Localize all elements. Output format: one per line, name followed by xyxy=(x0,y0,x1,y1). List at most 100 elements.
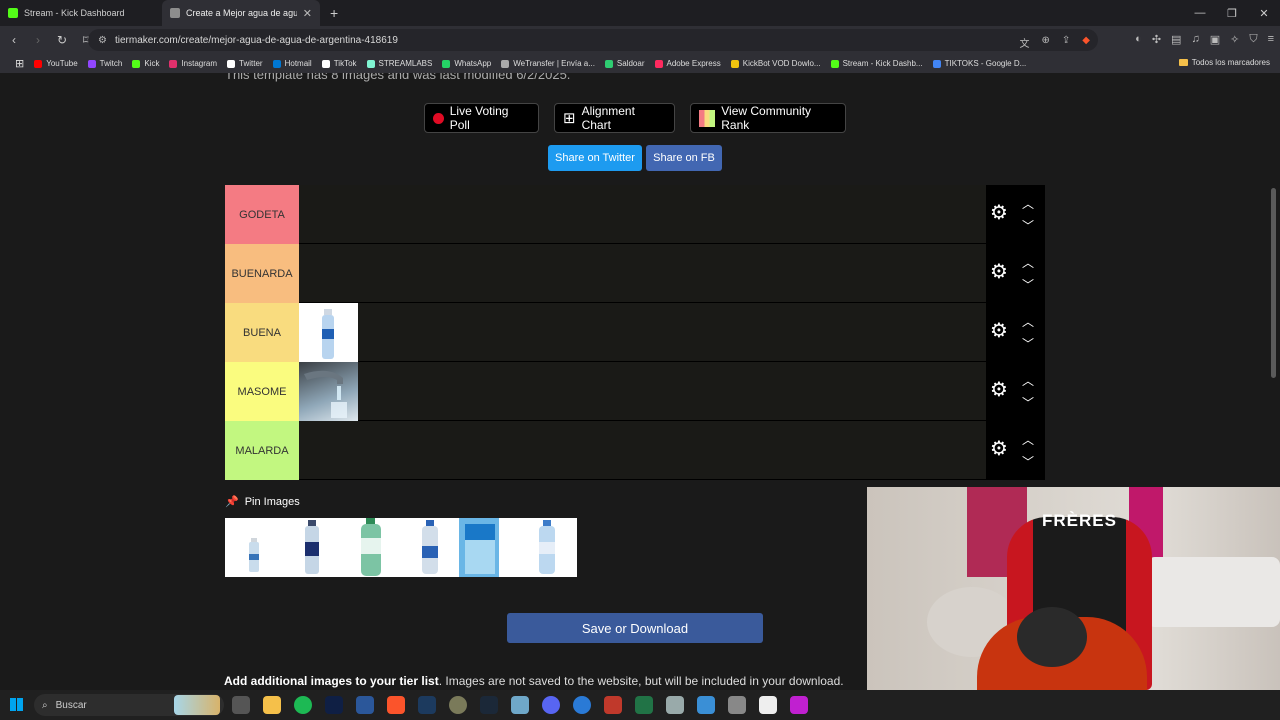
app-icon[interactable] xyxy=(790,696,808,714)
close-window-icon[interactable]: ✕ xyxy=(1248,0,1280,26)
puzzle-icon[interactable]: ✣ xyxy=(1152,33,1161,46)
chevron-down-icon[interactable]: ﹀ xyxy=(1022,335,1034,352)
vegas-icon[interactable] xyxy=(418,696,436,714)
app-icon[interactable] xyxy=(666,696,684,714)
pool-image-bottle-4[interactable] xyxy=(401,518,460,577)
tier-label[interactable]: BUENARDA xyxy=(225,244,299,303)
bookmark-youtube[interactable]: YouTube xyxy=(29,59,82,68)
gear-icon[interactable]: ⚙ xyxy=(990,380,1008,400)
apps-icon[interactable]: ⊞ xyxy=(10,57,29,70)
tab-kick-dashboard[interactable]: Stream - Kick Dashboard xyxy=(0,0,162,26)
app-icon[interactable] xyxy=(511,696,529,714)
bookmark-hotmail[interactable]: Hotmail xyxy=(268,59,317,68)
stream-app-icon[interactable] xyxy=(604,696,622,714)
share-icon[interactable]: ⇪ xyxy=(1062,35,1070,50)
chevron-up-icon[interactable]: ︿ xyxy=(1022,195,1034,212)
wallet-icon[interactable]: ▣ xyxy=(1210,33,1220,46)
tier-row-buenarda[interactable]: BUENARDA ⚙ ︿ ﹀ xyxy=(225,244,1045,303)
alignment-chart-button[interactable]: ⊞ Alignment Chart xyxy=(554,103,675,133)
forward-icon[interactable]: › xyxy=(28,33,48,47)
chevron-down-icon[interactable]: ﹀ xyxy=(1022,217,1034,234)
pool-image-bottle-sierra[interactable] xyxy=(459,518,518,577)
taskbar-search[interactable]: ⌕ Buscar xyxy=(34,694,224,716)
file-explorer-icon[interactable] xyxy=(263,696,281,714)
all-bookmarks[interactable]: Todos los marcadores xyxy=(1178,58,1270,67)
windows-start-icon[interactable] xyxy=(10,698,23,711)
tier-label[interactable]: MALARDA xyxy=(225,421,299,480)
minimize-icon[interactable]: — xyxy=(1184,0,1216,26)
address-bar[interactable]: ⚙ tiermaker.com/create/mejor-agua-de-agu… xyxy=(88,29,1098,51)
chevron-down-icon[interactable]: ﹀ xyxy=(1022,394,1034,411)
bookmark-tiktoks-drive[interactable]: TIKTOKS - Google D... xyxy=(928,59,1032,68)
water-bottle-image[interactable] xyxy=(299,303,358,362)
chevron-up-icon[interactable]: ︿ xyxy=(1022,372,1034,389)
bookmark-wetransfer[interactable]: WeTransfer | Envía a... xyxy=(496,59,600,68)
excel-icon[interactable] xyxy=(635,696,653,714)
restore-icon[interactable]: ❐ xyxy=(1216,0,1248,26)
share-twitter-button[interactable]: Share on Twitter xyxy=(548,145,642,171)
bookmark-whatsapp[interactable]: WhatsApp xyxy=(437,59,496,68)
bookmark-kick[interactable]: Kick xyxy=(127,59,164,68)
word-icon[interactable] xyxy=(356,696,374,714)
steam-icon[interactable] xyxy=(480,696,498,714)
gear-icon[interactable]: ⚙ xyxy=(990,439,1008,459)
task-view-icon[interactable] xyxy=(232,696,250,714)
pin-images-toggle[interactable]: 📌 Pin Images xyxy=(225,495,300,509)
page-scrollbar[interactable] xyxy=(1271,188,1276,378)
pool-image-bottle-6[interactable] xyxy=(518,518,577,577)
chevron-down-icon[interactable]: ﹀ xyxy=(1022,276,1034,293)
back-icon[interactable]: ‹ xyxy=(4,33,24,47)
tier-row-malarda[interactable]: MALARDA ⚙ ︿ ﹀ xyxy=(225,421,1045,480)
pool-image-bottle-2[interactable] xyxy=(284,518,343,577)
capcut-icon[interactable] xyxy=(573,696,591,714)
bookmark-streamlabs[interactable]: STREAMLABS xyxy=(362,59,438,68)
share-fb-button[interactable]: Share on FB xyxy=(646,145,722,171)
bookmark-kickbot[interactable]: KickBot VOD Dowlo... xyxy=(726,59,826,68)
new-tab-button[interactable]: + xyxy=(320,0,348,26)
app-icon[interactable] xyxy=(728,696,746,714)
tier-label[interactable]: MASOME xyxy=(225,362,299,421)
app-icon[interactable] xyxy=(697,696,715,714)
bookmark-kick-dashboard[interactable]: Stream - Kick Dashb... xyxy=(826,59,928,68)
chevron-up-icon[interactable]: ︿ xyxy=(1022,431,1034,448)
brave-icon[interactable] xyxy=(387,696,405,714)
extension-icon[interactable]: ◐ xyxy=(1135,33,1142,46)
bookmark-tiktok[interactable]: TikTok xyxy=(317,59,362,68)
tier-label[interactable]: BUENA xyxy=(225,303,299,362)
brave-shield-icon[interactable]: ◆ xyxy=(1082,35,1090,50)
discord-icon[interactable] xyxy=(542,696,560,714)
save-or-download-button[interactable]: Save or Download xyxy=(507,613,763,643)
gear-icon[interactable]: ⚙ xyxy=(990,262,1008,282)
translate-icon[interactable]: 文 xyxy=(1020,35,1030,50)
view-community-rank-button[interactable]: View Community Rank xyxy=(690,103,846,133)
pool-image-bottle-kin[interactable] xyxy=(342,518,401,577)
close-tab-icon[interactable]: ✕ xyxy=(303,7,312,20)
bookmark-saldoar[interactable]: Saldoar xyxy=(600,59,650,68)
sidebar-icon[interactable]: ▤ xyxy=(1171,33,1181,46)
tier-row-buena[interactable]: BUENA ⚙ ︿ ﹀ xyxy=(225,303,1045,362)
live-voting-poll-button[interactable]: Live Voting Poll xyxy=(424,103,539,133)
vpn-icon[interactable]: ⛉ xyxy=(1249,33,1257,46)
zoom-icon[interactable]: ⊕ xyxy=(1042,35,1050,50)
gear-icon[interactable]: ⚙ xyxy=(990,321,1008,341)
music-icon[interactable]: ♫ xyxy=(1191,33,1199,46)
photoshop-icon[interactable] xyxy=(325,696,343,714)
tap-water-image[interactable] xyxy=(299,362,358,421)
capcut-editor-icon[interactable] xyxy=(759,696,777,714)
ai-icon[interactable]: ✧ xyxy=(1230,33,1239,46)
tab-tiermaker[interactable]: Create a Mejor agua de agua de ✕ xyxy=(162,0,320,26)
reload-icon[interactable]: ↻ xyxy=(52,33,72,47)
chevron-up-icon[interactable]: ︿ xyxy=(1022,254,1034,271)
menu-icon[interactable]: ≡ xyxy=(1268,33,1274,46)
obs-icon[interactable] xyxy=(449,696,467,714)
bookmark-adobe-express[interactable]: Adobe Express xyxy=(650,59,726,68)
chevron-down-icon[interactable]: ﹀ xyxy=(1022,453,1034,470)
site-info-icon[interactable]: ⚙ xyxy=(98,35,107,46)
spotify-icon[interactable] xyxy=(294,696,312,714)
bookmark-instagram[interactable]: Instagram xyxy=(164,59,222,68)
bookmark-twitch[interactable]: Twitch xyxy=(83,59,128,68)
tier-row-masome[interactable]: MASOME ⚙ ︿ ﹀ xyxy=(225,362,1045,421)
pool-image-bottle-1[interactable] xyxy=(225,518,284,577)
chevron-up-icon[interactable]: ︿ xyxy=(1022,313,1034,330)
tier-row-godeta[interactable]: GODETA ⚙ ︿ ﹀ xyxy=(225,185,1045,244)
